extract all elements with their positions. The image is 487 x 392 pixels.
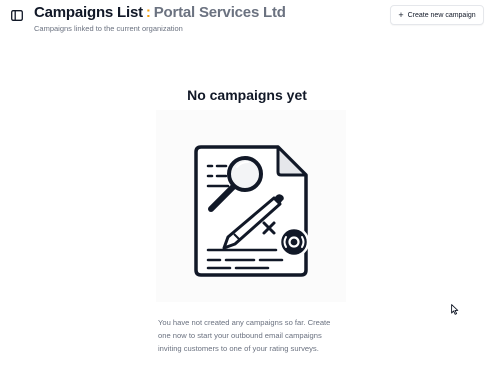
sidebar-panel-icon	[11, 9, 23, 21]
page-title: Campaigns List: Portal Services Ltd	[34, 4, 286, 21]
plus-icon: +	[398, 9, 404, 20]
empty-state-description: You have not created any campaigns so fa…	[158, 318, 331, 353]
title-separator: :	[145, 4, 151, 21]
document-search-edit-icon	[194, 145, 310, 277]
mouse-pointer-icon	[451, 304, 459, 315]
create-new-campaign-button[interactable]: + Create new campaign	[390, 5, 484, 25]
page-subtitle: Campaigns linked to the current organiza…	[34, 24, 183, 33]
organization-name: Portal Services Ltd	[153, 4, 286, 21]
top-bar: Campaigns List: Portal Services Ltd Campa…	[0, 0, 487, 40]
sidebar-toggle-button[interactable]	[8, 6, 26, 24]
create-new-campaign-label: Create new campaign	[407, 11, 476, 19]
empty-state-illustration	[156, 110, 346, 302]
page-title-text: Campaigns List	[34, 4, 143, 21]
empty-state-title: No campaigns yet	[187, 87, 307, 103]
